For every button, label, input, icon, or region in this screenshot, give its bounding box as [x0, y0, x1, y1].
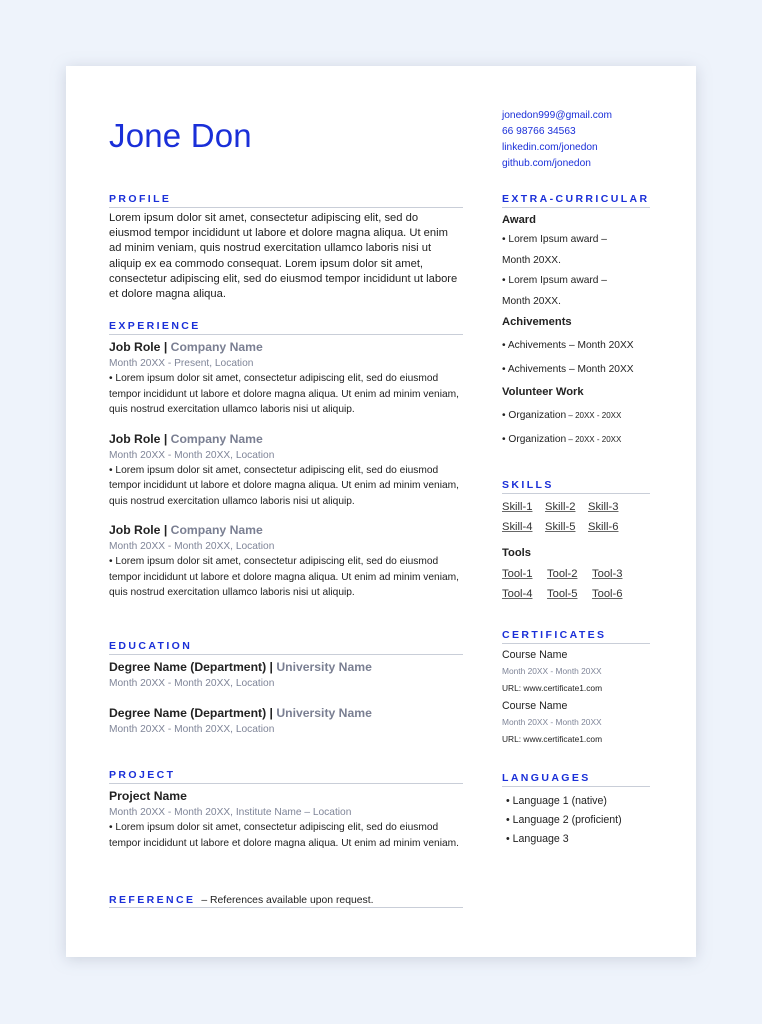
organization-name: • Organization [502, 410, 567, 421]
experience-item: Job Role | Company Name Month 20XX - Mon… [109, 430, 463, 510]
extracurricular-section: EXTRA-CURRICULAR Award • Lorem Ipsum awa… [502, 193, 650, 452]
email-link[interactable]: jonedon999@gmail.com [502, 108, 650, 124]
separator: | [163, 431, 168, 446]
separator: | [269, 660, 273, 674]
skills-section: SKILLS Skill-1 Skill-2 Skill-3 Skill-4 S… [502, 479, 650, 604]
university-name: University Name [276, 706, 372, 720]
job-dates: Month 20XX - Present, Location [109, 358, 254, 369]
languages-heading: LANGUAGES [502, 772, 650, 787]
separator: | [269, 706, 273, 720]
experience-item: Job Role | Company Name Month 20XX - Pre… [109, 338, 463, 418]
course-name: Course Name [502, 700, 568, 712]
award-item: • Lorem Ipsum award – [502, 275, 607, 286]
language-item: • Language 3 [506, 833, 569, 845]
resume-page: Jone Don PROFILE Lorem ipsum dolor sit a… [66, 66, 696, 957]
profile-text: Lorem ipsum dolor sit amet, consectetur … [109, 212, 458, 301]
university-name: University Name [276, 660, 372, 674]
skill-link[interactable]: Skill-5 [545, 517, 588, 537]
course-url[interactable]: URL: www.certificate1.com [502, 680, 650, 696]
skill-link[interactable]: Skill-3 [588, 497, 631, 517]
company-name: Company Name [170, 431, 263, 446]
languages-section: LANGUAGES • Language 1 (native) • Langua… [502, 772, 650, 849]
certificates-section: CERTIFICATES Course Name Month 20XX - Mo… [502, 629, 650, 747]
skill-link[interactable]: Skill-6 [588, 517, 631, 537]
volunteer-dates: – 20XX - 20XX [566, 411, 622, 420]
education-dates: Month 20XX - Month 20XX, Location [109, 678, 275, 689]
education-section: EDUCATION Degree Name (Department) | Uni… [109, 640, 463, 737]
company-name: Company Name [170, 523, 263, 537]
tool-link[interactable]: Tool-4 [502, 584, 547, 604]
job-description: • Lorem ipsum dolor sit amet, consectetu… [109, 464, 459, 507]
skill-link[interactable]: Skill-1 [502, 497, 545, 517]
volunteer-title: Volunteer Work [502, 386, 584, 398]
tool-link[interactable]: Tool-2 [547, 564, 592, 584]
certificate-item: Course Name Month 20XX - Month 20XX URL:… [502, 647, 650, 696]
github-link[interactable]: github.com/jonedon [502, 156, 650, 172]
education-item: Degree Name (Department) | University Na… [109, 658, 463, 691]
separator: | [163, 340, 168, 354]
skills-heading: SKILLS [502, 479, 650, 494]
job-role: Job Role [109, 340, 161, 354]
project-description: • Lorem ipsum dolor sit amet, consectetu… [109, 822, 459, 849]
experience-item: Job Role | Company Name Month 20XX - Mon… [109, 521, 463, 601]
project-heading: PROJECT [109, 769, 463, 784]
achievement-item: • Achivements – Month 20XX [502, 364, 634, 375]
phone-link[interactable]: 66 98766 34563 [502, 124, 650, 140]
reference-section: REFERENCE – References available upon re… [109, 894, 463, 908]
volunteer-item: • Organization – 20XX - 20XX [502, 428, 650, 452]
course-url[interactable]: URL: www.certificate1.com [502, 731, 650, 747]
award-item: Month 20XX. [502, 254, 561, 266]
job-description: • Lorem ipsum dolor sit amet, consectetu… [109, 373, 459, 415]
contact-info: jonedon999@gmail.com 66 98766 34563 link… [502, 108, 650, 172]
tool-link[interactable]: Tool-3 [592, 564, 637, 584]
volunteer-item: • Organization – 20XX - 20XX [502, 404, 650, 428]
language-item: • Language 1 (native) [506, 795, 607, 807]
job-dates: Month 20XX - Month 20XX, Location [109, 449, 275, 461]
reference-heading: REFERENCE [109, 894, 196, 906]
profile-section: PROFILE Lorem ipsum dolor sit amet, cons… [109, 193, 463, 302]
tool-link[interactable]: Tool-6 [592, 584, 637, 604]
experience-section: EXPERIENCE Job Role | Company Name Month… [109, 320, 463, 601]
volunteer-dates: – 20XX - 20XX [566, 435, 622, 444]
education-item: Degree Name (Department) | University Na… [109, 704, 463, 737]
achievement-item: • Achivements – Month 20XX [502, 340, 634, 351]
skill-link[interactable]: Skill-2 [545, 497, 588, 517]
experience-heading: EXPERIENCE [109, 320, 463, 335]
profile-heading: PROFILE [109, 193, 463, 208]
certificate-item: Course Name Month 20XX - Month 20XX URL:… [502, 698, 650, 747]
course-dates: Month 20XX - Month 20XX [502, 717, 602, 727]
education-heading: EDUCATION [109, 640, 463, 655]
job-description: • Lorem ipsum dolor sit amet, consectetu… [109, 556, 459, 598]
linkedin-link[interactable]: linkedin.com/jonedon [502, 140, 650, 156]
award-item: • Lorem Ipsum award – [502, 234, 607, 245]
tools-title: Tools [502, 547, 532, 559]
job-dates: Month 20XX - Month 20XX, Location [109, 541, 275, 552]
tool-link[interactable]: Tool-5 [547, 584, 592, 604]
job-role: Job Role [109, 523, 161, 537]
tool-link[interactable]: Tool-1 [502, 564, 547, 584]
course-name: Course Name [502, 649, 568, 661]
project-section: PROJECT Project Name Month 20XX - Month … [109, 769, 463, 851]
award-item: Month 20XX. [502, 295, 561, 307]
degree-name: Degree Name (Department) [109, 660, 267, 674]
degree-name: Degree Name (Department) [109, 706, 267, 720]
separator: | [163, 523, 168, 537]
certificates-heading: CERTIFICATES [502, 629, 650, 644]
organization-name: • Organization [502, 434, 567, 445]
award-title: Award [502, 214, 536, 226]
candidate-name: Jone Don [109, 117, 252, 154]
project-dates: Month 20XX - Month 20XX, Institute Name … [109, 807, 352, 818]
course-dates: Month 20XX - Month 20XX [502, 666, 602, 676]
achievements-title: Achivements [502, 316, 572, 328]
project-name: Project Name [109, 789, 187, 803]
skill-link[interactable]: Skill-4 [502, 517, 545, 537]
extracurricular-heading: EXTRA-CURRICULAR [502, 193, 650, 208]
job-role: Job Role [109, 431, 161, 446]
education-dates: Month 20XX - Month 20XX, Location [109, 724, 275, 735]
reference-text: – References available upon request. [201, 895, 374, 906]
company-name: Company Name [170, 340, 263, 354]
language-item: • Language 2 (proficient) [506, 814, 622, 826]
